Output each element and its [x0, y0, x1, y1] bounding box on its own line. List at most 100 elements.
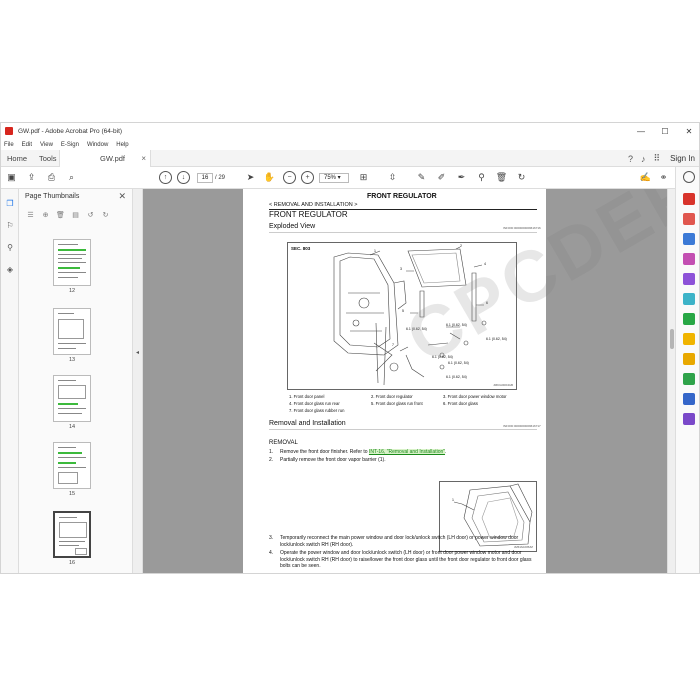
thumbnail-page-number: 13	[68, 357, 76, 363]
page-number-input[interactable]: 16	[197, 173, 213, 183]
organize-pages-icon[interactable]	[683, 253, 695, 265]
search-tool-icon[interactable]	[683, 171, 695, 183]
select-cursor-icon[interactable]: ➤	[244, 171, 257, 184]
next-page-icon[interactable]: ↓	[177, 171, 190, 184]
exploded-view-heading: Exploded View	[269, 223, 316, 230]
removal-installation-heading: Removal and Installation	[269, 420, 346, 427]
cross-reference-link[interactable]: INT-16, "Removal and Installation"	[368, 449, 446, 455]
window-title: GW.pdf - Adobe Acrobat Pro (64-bit)	[18, 127, 123, 135]
zoom-level-select[interactable]: 75% ▾	[319, 173, 349, 183]
more-tools-icon[interactable]	[683, 413, 695, 425]
zoom-out-icon[interactable]: −	[283, 171, 296, 184]
menu-esign[interactable]: E-Sign	[61, 142, 79, 148]
menu-bar: File Edit View E-Sign Window Help	[1, 139, 699, 150]
print-icon[interactable]: ⎙	[45, 171, 58, 184]
maximize-button[interactable]: ☐	[653, 123, 677, 139]
callout-label: 7	[392, 343, 394, 347]
acrobat-app-icon	[5, 127, 13, 135]
step-number: 2.	[269, 457, 274, 463]
step-number: 1.	[269, 449, 274, 455]
collapse-panel-icon[interactable]: ◂	[136, 349, 139, 356]
step-text: Remove the front door finisher. Refer to	[280, 449, 369, 455]
comment-icon[interactable]: ✎	[415, 171, 428, 184]
legend-item: 3. Front door power window motor	[443, 394, 507, 399]
minimize-button[interactable]: —	[629, 123, 653, 139]
page-thumbnails-icon[interactable]: ❐	[4, 197, 16, 209]
print-production-icon[interactable]	[683, 373, 695, 385]
zoom-in-icon[interactable]: +	[301, 171, 314, 184]
close-tab-icon[interactable]: ×	[141, 154, 146, 163]
sign-in-button[interactable]: Sign In	[670, 154, 695, 163]
create-pdf-icon[interactable]	[683, 213, 695, 225]
fit-page-icon[interactable]: ⊞	[357, 171, 370, 184]
menu-window[interactable]: Window	[87, 142, 108, 148]
export-icon[interactable]	[683, 313, 695, 325]
fill-sign-icon[interactable]: ✍	[639, 171, 652, 184]
thumbnail-page[interactable]	[53, 442, 91, 489]
page-header: FRONT REGULATOR	[367, 193, 437, 200]
upload-icon[interactable]: ⇪	[25, 171, 38, 184]
delete-icon[interactable]: 🗑	[495, 171, 508, 184]
menu-edit[interactable]: Edit	[22, 142, 32, 148]
legend-item: 4. Front door glass run rear	[289, 401, 340, 406]
close-panel-icon[interactable]: ✕	[118, 191, 126, 202]
protect-icon[interactable]	[683, 393, 695, 405]
tab-home[interactable]: Home	[7, 150, 27, 167]
thumbnail-options-icon[interactable]: ☰	[25, 209, 36, 220]
thumbnail-page-number: 14	[68, 424, 76, 430]
help-icon[interactable]: ?	[628, 154, 633, 164]
breadcrumb: < REMOVAL AND INSTALLATION >	[269, 202, 358, 208]
save-icon[interactable]: ▣	[5, 171, 18, 184]
thumbnail-page[interactable]	[53, 239, 91, 286]
tab-bar: Home Tools GW.pdf × ? ♪ ⠿ Sign In	[1, 150, 699, 167]
menu-help[interactable]: Help	[116, 142, 128, 148]
extract-page-icon[interactable]: ▤	[70, 209, 81, 220]
panel-splitter[interactable]: ◂	[133, 189, 143, 573]
scroll-mode-icon[interactable]: ⇳	[386, 171, 399, 184]
acrobat-window: GW.pdf - Adobe Acrobat Pro (64-bit) — ☐ …	[0, 122, 700, 574]
share-link-icon[interactable]: ⚭	[657, 171, 670, 184]
layers-icon[interactable]: ◈	[4, 263, 16, 275]
search-icon[interactable]: ⌕	[65, 171, 78, 184]
fill-sign-tool-icon[interactable]	[683, 273, 695, 285]
page-thumbnails-panel: Page Thumbnails ✕ ☰ ⊕ 🗑 ▤ ↺ ↻ 12 13 14 1…	[19, 189, 133, 573]
vertical-scrollbar[interactable]	[667, 189, 675, 573]
delete-page-icon[interactable]: 🗑	[55, 209, 66, 220]
insert-page-icon[interactable]: ⊕	[40, 209, 51, 220]
thumbnail-page[interactable]	[53, 308, 91, 355]
step-number: 4.	[269, 550, 274, 556]
tab-document-label: GW.pdf	[100, 154, 126, 163]
legend-item: 1. Front door panel	[289, 394, 325, 399]
draw-icon[interactable]: ✒	[455, 171, 468, 184]
legend-item: 6. Front door glass	[443, 401, 478, 406]
step-text-end: .	[445, 449, 447, 455]
document-view[interactable]: FRONT REGULATOR < REMOVAL AND INSTALLATI…	[143, 189, 667, 573]
stamp-tool-icon[interactable]	[683, 353, 695, 365]
attachments-icon[interactable]: ⚲	[4, 241, 16, 253]
callout-label: 1	[374, 249, 376, 253]
apps-grid-icon[interactable]: ⠿	[654, 153, 661, 164]
rotate-right-icon[interactable]: ↻	[100, 209, 111, 220]
rotate-icon[interactable]: ↻	[515, 171, 528, 184]
comment-tool-icon[interactable]	[683, 333, 695, 345]
menu-view[interactable]: View	[40, 142, 53, 148]
page-total: / 29	[215, 175, 226, 181]
notification-bell-icon[interactable]: ♪	[641, 154, 646, 164]
menu-file[interactable]: File	[4, 142, 14, 148]
tab-document[interactable]: GW.pdf ×	[59, 150, 151, 167]
close-window-button[interactable]: ✕	[677, 123, 699, 139]
bookmarks-icon[interactable]: ⚐	[4, 219, 16, 231]
scrollbar-thumb[interactable]	[670, 329, 674, 349]
combine-files-icon[interactable]	[683, 293, 695, 305]
thumbnail-page[interactable]	[53, 375, 91, 422]
thumbnail-page-selected[interactable]	[53, 511, 91, 558]
tab-tools[interactable]: Tools	[39, 150, 57, 167]
highlight-icon[interactable]: ✐	[435, 171, 448, 184]
export-pdf-icon[interactable]	[683, 193, 695, 205]
rotate-left-icon[interactable]: ↺	[85, 209, 96, 220]
zoom-level-value: 75%	[324, 175, 337, 181]
stamp-icon[interactable]: ⚲	[475, 171, 488, 184]
edit-pdf-icon[interactable]	[683, 233, 695, 245]
hand-tool-icon[interactable]: ✋	[263, 171, 276, 184]
previous-page-icon[interactable]: ↑	[159, 171, 172, 184]
